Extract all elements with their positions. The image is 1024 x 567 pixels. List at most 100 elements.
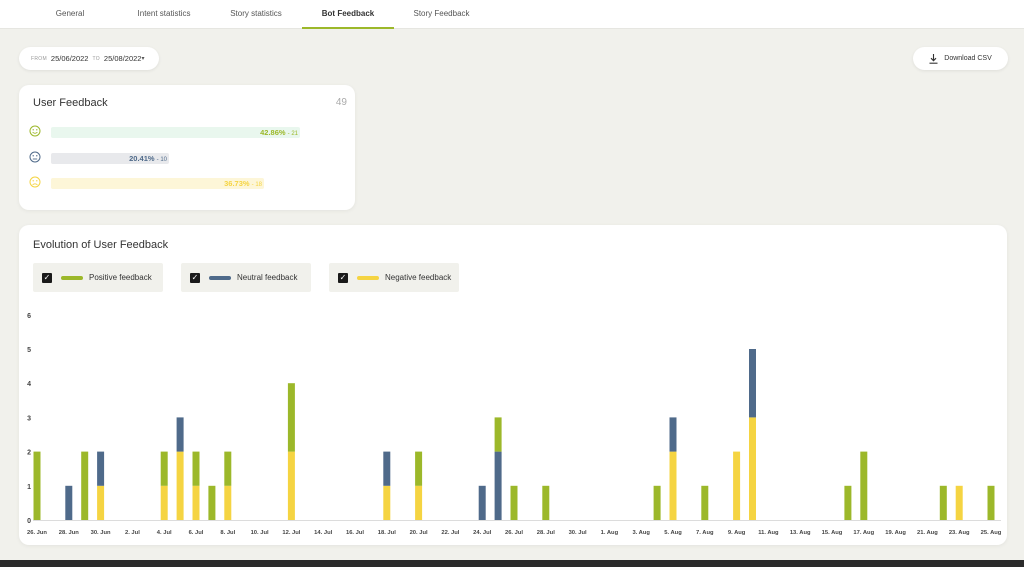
y-tick-label: 5 [27,347,31,354]
x-tick-label: 28. Jun [59,530,79,536]
bar-neutral [749,349,756,418]
bar-negative [192,485,200,520]
sad-face-icon [29,176,41,188]
x-tick-label: 1. Aug [601,530,619,536]
bar-negative [415,485,423,520]
y-tick-label: 3 [27,415,31,422]
from-date: 25/06/2022 [50,54,89,63]
evolution-card: Evolution of User Feedback ✓ Positive fe… [19,225,1007,545]
x-tick-label: 13. Aug [790,530,811,536]
feedback-row-positive: 42.86% - 21 [29,125,339,138]
bar-positive [987,485,995,520]
x-tick-label: 2. Jul [125,530,140,536]
bar-positive [701,485,709,520]
x-tick-label: 18. Jul [378,530,396,536]
bar-neutral [176,417,184,452]
x-tick-label: 5. Aug [664,530,682,536]
x-tick-label: 14. Jul [314,530,332,536]
bar-positive [653,485,661,520]
x-tick-label: 8. Jul [220,530,235,536]
bar-positive [81,451,89,520]
bar-negative [160,485,168,520]
x-tick-label: 12. Jul [282,530,300,536]
x-tick-label: 3. Aug [632,530,650,536]
download-csv-button[interactable]: Download CSV [913,47,1008,70]
bar-positive [192,451,200,486]
bar-positive [160,451,168,486]
bar-negative [955,485,963,520]
feedback-row-negative: 36.73% - 18 [29,176,339,189]
x-tick-label: 21. Aug [917,530,938,536]
from-label: FROM [31,55,47,62]
bar-neutral [669,417,677,452]
bar-positive [844,485,852,520]
x-tick-label: 23. Aug [949,530,970,536]
tab-bar: General Intent statistics Story statisti… [0,0,1024,29]
to-date: 25/08/2022 [103,54,142,63]
bar-positive [510,485,518,520]
positive-feedback-value: 42.86% - 21 [260,128,298,137]
bar-positive [494,417,502,452]
bar-negative [97,485,105,520]
bar-positive [224,451,232,486]
x-tick-label: 30. Jun [91,530,111,536]
user-feedback-card: User Feedback 49 42.86% - 21 20.41% - 10 [19,85,355,210]
tab-story-statistics[interactable]: Story statistics [210,0,302,29]
bar-neutral [65,485,73,520]
x-tick-label: 10. Jul [251,530,269,536]
download-icon [929,53,938,64]
bar-positive [939,485,947,520]
chevron-down-icon: ▾ [141,56,145,62]
bar-positive [33,451,41,520]
x-tick-label: 26. Jul [505,530,523,536]
download-csv-label: Download CSV [944,55,992,62]
bar-negative [224,485,232,520]
date-range-picker[interactable]: FROM 25/06/2022 TO 25/08/2022 ▾ [19,47,159,70]
bar-neutral [383,451,391,486]
bar-positive [415,451,423,486]
neutral-face-icon [29,151,41,163]
bar-negative [749,417,756,520]
negative-feedback-value: 36.73% - 18 [224,179,262,188]
y-tick-label: 1 [27,484,31,491]
bar-neutral [478,485,486,520]
x-tick-label: 6. Jul [189,530,204,536]
x-tick-label: 11. Aug [758,530,779,536]
x-tick-label: 9. Aug [728,530,746,536]
neutral-feedback-value: 20.41% - 10 [129,154,167,163]
tab-general[interactable]: General [36,0,104,29]
user-feedback-title: User Feedback [33,97,108,109]
y-tick-label: 0 [27,518,31,525]
tab-story-feedback[interactable]: Story Feedback [394,0,489,29]
bar-neutral [97,451,105,486]
y-tick-label: 4 [27,381,31,388]
to-label: TO [92,55,100,62]
bar-negative [383,485,391,520]
feedback-total-count: 49 [335,97,347,108]
smile-icon [29,125,41,137]
bar-positive [860,451,868,520]
tab-bot-feedback[interactable]: Bot Feedback [302,0,394,29]
x-tick-label: 20. Jul [410,530,428,536]
x-tick-label: 26. Jun [27,530,47,536]
bar-negative [669,451,677,520]
bottom-bar [0,560,1024,567]
x-tick-label: 4. Jul [157,530,172,536]
x-tick-label: 7. Aug [696,530,714,536]
bar-positive [208,485,216,520]
bar-neutral [494,451,502,520]
bar-positive [542,485,550,520]
feedback-row-neutral: 20.41% - 10 [29,151,339,164]
x-tick-label: 28. Jul [537,530,555,536]
tab-intent-statistics[interactable]: Intent statistics [118,0,210,29]
x-tick-label: 22. Jul [441,530,459,536]
feedback-evolution-chart: 0 1 2 3 4 5 6 26. Jun 28. Jun 30. Jun 2. Jul 4. Jul… [27,313,1002,536]
y-tick-label: 6 [27,313,31,320]
bar-negative [287,451,295,520]
bar-positive [287,383,295,452]
bar-negative [176,451,184,520]
bar-negative [733,451,741,520]
x-tick-label: 19. Aug [885,530,906,536]
x-tick-label: 25. Aug [981,530,1002,536]
x-tick-label: 30. Jul [569,530,587,536]
